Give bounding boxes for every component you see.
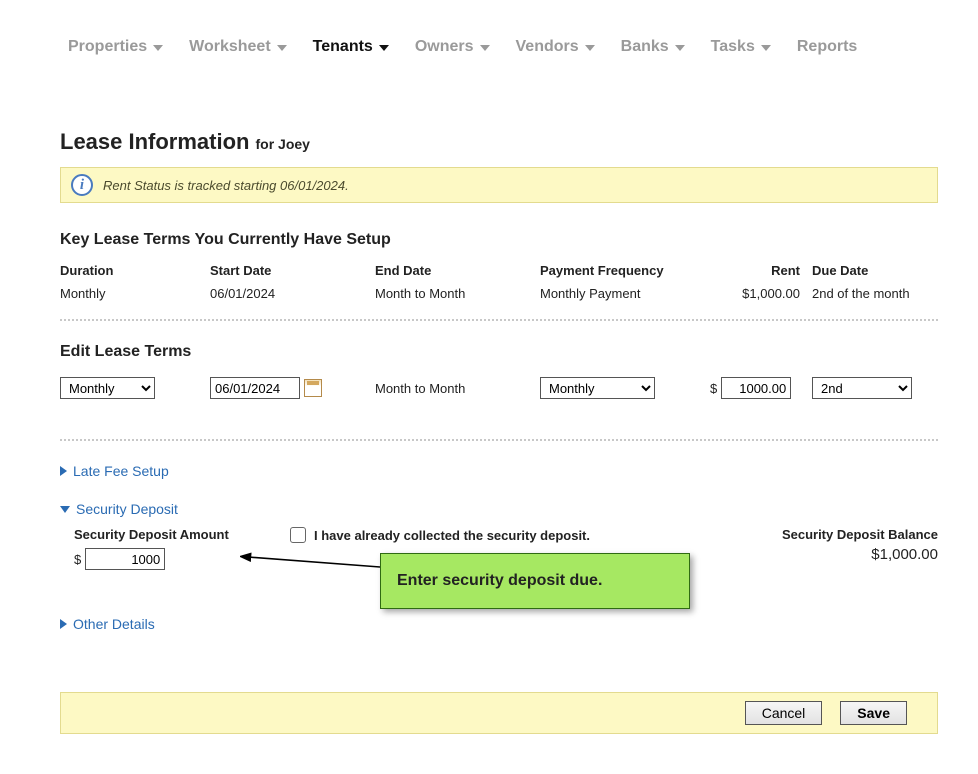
- annotation-text: Enter security deposit due.: [380, 553, 690, 609]
- calendar-icon[interactable]: [304, 379, 322, 397]
- page-title: Lease Information: [60, 129, 249, 155]
- chevron-down-icon: [585, 45, 595, 51]
- key-terms-grid: Duration Start Date End Date Payment Fre…: [60, 263, 938, 301]
- val-payment-frequency: Monthly Payment: [540, 286, 710, 301]
- col-end-date: End Date: [375, 263, 540, 278]
- nav-item-label: Owners: [415, 38, 474, 56]
- chevron-right-icon: [60, 466, 67, 476]
- nav-item-label: Reports: [797, 38, 857, 56]
- chevron-down-icon: [277, 45, 287, 51]
- sd-balance-label: Security Deposit Balance: [718, 527, 938, 542]
- nav-item-label: Tenants: [313, 38, 373, 56]
- nav-item-label: Tasks: [711, 38, 755, 56]
- val-rent: $1,000.00: [710, 286, 800, 301]
- col-duration: Duration: [60, 263, 210, 278]
- info-banner: i Rent Status is tracked starting 06/01/…: [60, 167, 938, 203]
- sd-collected-label: I have already collected the security de…: [314, 528, 590, 543]
- edit-terms-heading: Edit Lease Terms: [60, 343, 938, 361]
- sd-collected-checkbox[interactable]: [290, 527, 306, 543]
- val-end-date: Month to Month: [375, 286, 540, 301]
- nav-item-owners[interactable]: Owners: [415, 38, 490, 56]
- info-icon: i: [71, 174, 93, 196]
- currency-symbol: $: [710, 381, 717, 396]
- val-due-date: 2nd of the month: [800, 286, 910, 301]
- duration-select[interactable]: Monthly: [60, 377, 155, 399]
- sd-amount-label: Security Deposit Amount: [74, 527, 290, 542]
- security-deposit-toggle[interactable]: Security Deposit: [60, 501, 938, 517]
- currency-symbol: $: [74, 552, 81, 567]
- page-title-row: Lease Information for Joey: [60, 129, 938, 155]
- col-start-date: Start Date: [210, 263, 375, 278]
- col-payment-frequency: Payment Frequency: [540, 263, 710, 278]
- col-rent: Rent: [710, 263, 800, 278]
- edit-terms-row: Monthly Month to Month Monthly $ 2nd: [60, 377, 938, 399]
- security-deposit-section: Security Deposit Amount $ I have already…: [60, 527, 938, 570]
- cancel-button[interactable]: Cancel: [745, 701, 823, 725]
- nav-item-label: Worksheet: [189, 38, 271, 56]
- start-date-input[interactable]: [210, 377, 300, 399]
- footer-bar: Cancel Save: [60, 692, 938, 734]
- chevron-down-icon: [761, 45, 771, 51]
- key-terms-heading: Key Lease Terms You Currently Have Setup: [60, 231, 938, 249]
- nav-item-vendors[interactable]: Vendors: [516, 38, 595, 56]
- nav-item-label: Properties: [68, 38, 147, 56]
- chevron-down-icon: [379, 45, 389, 51]
- sd-amount-input[interactable]: [85, 548, 165, 570]
- nav-item-label: Vendors: [516, 38, 579, 56]
- page-title-for: for Joey: [255, 136, 309, 152]
- due-date-select[interactable]: 2nd: [812, 377, 912, 399]
- sd-balance-value: $1,000.00: [718, 546, 938, 563]
- chevron-down-icon: [60, 506, 70, 513]
- nav-item-reports[interactable]: Reports: [797, 38, 857, 56]
- nav-item-label: Banks: [621, 38, 669, 56]
- nav-item-tasks[interactable]: Tasks: [711, 38, 771, 56]
- info-banner-text: Rent Status is tracked starting 06/01/20…: [103, 178, 349, 193]
- chevron-right-icon: [60, 619, 67, 629]
- frequency-select[interactable]: Monthly: [540, 377, 655, 399]
- chevron-down-icon: [153, 45, 163, 51]
- chevron-down-icon: [675, 45, 685, 51]
- nav-item-banks[interactable]: Banks: [621, 38, 685, 56]
- top-nav: Properties Worksheet Tenants Owners Vendors B…: [60, 20, 938, 74]
- divider: [60, 439, 938, 441]
- late-fee-setup-toggle[interactable]: Late Fee Setup: [60, 463, 938, 479]
- chevron-down-icon: [480, 45, 490, 51]
- val-duration: Monthly: [60, 286, 210, 301]
- col-due-date: Due Date: [800, 263, 910, 278]
- nav-item-properties[interactable]: Properties: [68, 38, 163, 56]
- nav-item-worksheet[interactable]: Worksheet: [189, 38, 287, 56]
- save-button[interactable]: Save: [840, 701, 907, 725]
- other-details-toggle[interactable]: Other Details: [60, 616, 938, 632]
- divider: [60, 319, 938, 321]
- rent-input[interactable]: [721, 377, 791, 399]
- nav-item-tenants[interactable]: Tenants: [313, 38, 389, 56]
- end-date-readonly: Month to Month: [375, 381, 540, 396]
- val-start-date: 06/01/2024: [210, 286, 375, 301]
